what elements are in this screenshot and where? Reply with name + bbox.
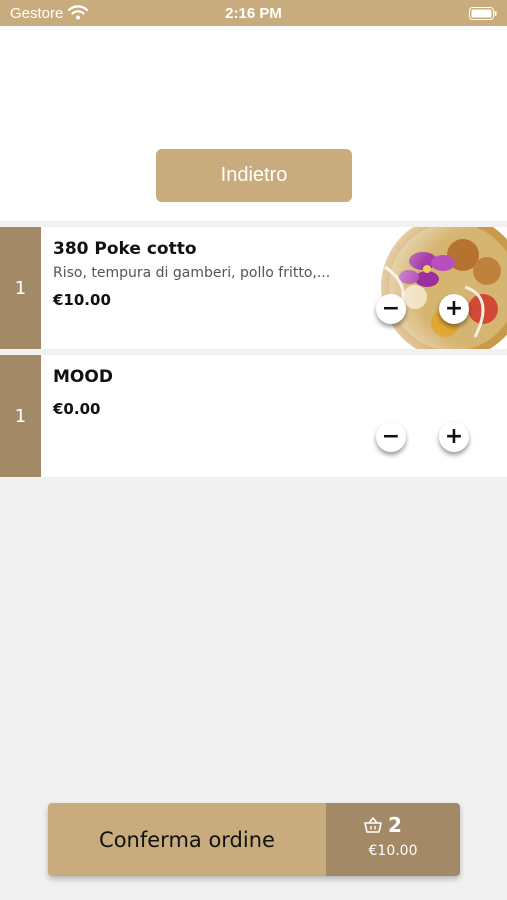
item-quantity: 1 bbox=[0, 355, 41, 477]
item-name: MOOD bbox=[53, 367, 113, 387]
poke-bowl-image bbox=[345, 227, 507, 349]
back-button[interactable]: Indietro bbox=[156, 149, 352, 202]
item-price: €10.00 bbox=[53, 291, 111, 309]
confirm-order-button[interactable]: Conferma ordine bbox=[48, 803, 326, 876]
increase-quantity-button[interactable]: + bbox=[439, 294, 469, 324]
item-price: €0.00 bbox=[53, 400, 101, 418]
status-time: 2:16 PM bbox=[225, 5, 282, 22]
cart-summary[interactable]: 2 €10.00 bbox=[326, 803, 460, 876]
basket-icon bbox=[364, 817, 382, 833]
battery-icon bbox=[469, 7, 497, 20]
cart-item: 1 MOOD €0.00 − + bbox=[0, 355, 507, 477]
item-name: 380 Poke cotto bbox=[53, 239, 197, 259]
cart-count: 2 bbox=[388, 813, 402, 837]
status-bar: Gestore 2:16 PM bbox=[0, 0, 507, 26]
order-bar: Conferma ordine 2 €10.00 bbox=[48, 803, 460, 876]
header-area: Indietro bbox=[0, 26, 507, 221]
cart-total: €10.00 bbox=[368, 843, 418, 859]
cart-item: 1 380 Poke cotto Riso, tempura di gamber… bbox=[0, 227, 507, 349]
increase-quantity-button[interactable]: + bbox=[439, 422, 469, 452]
decrease-quantity-button[interactable]: − bbox=[376, 294, 406, 324]
item-quantity: 1 bbox=[0, 227, 41, 349]
item-description: Riso, tempura di gamberi, pollo fritto,.… bbox=[53, 265, 331, 281]
decrease-quantity-button[interactable]: − bbox=[376, 422, 406, 452]
